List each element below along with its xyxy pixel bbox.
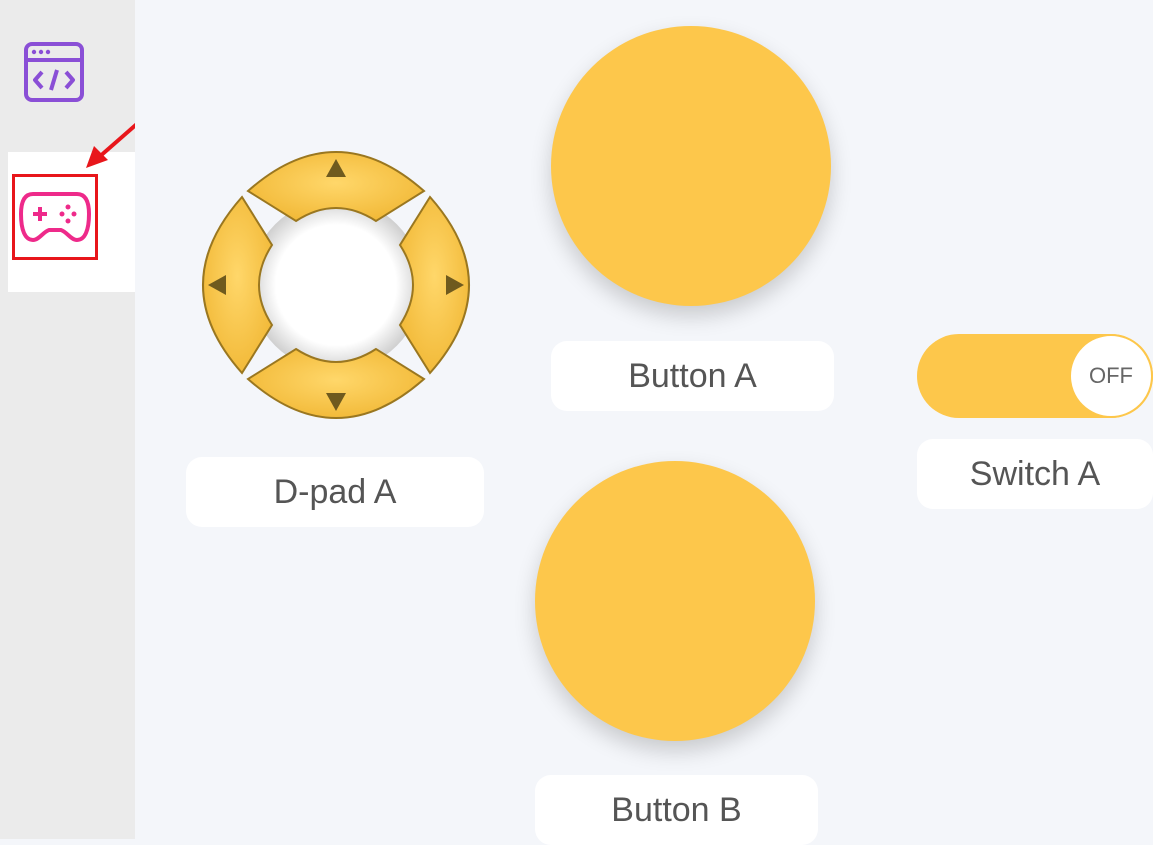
code-window-icon	[24, 42, 84, 102]
sidebar-item-code[interactable]	[8, 30, 135, 110]
switch-a-toggle[interactable]: OFF	[917, 334, 1153, 418]
gamepad-icon	[19, 192, 91, 242]
sidebar-item-gamepad[interactable]	[8, 152, 135, 292]
switch-a-knob: OFF	[1069, 334, 1153, 418]
button-a[interactable]	[551, 26, 831, 306]
switch-a-label: Switch A	[917, 439, 1153, 509]
selection-highlight	[12, 174, 98, 260]
switch-a-state: OFF	[1089, 363, 1133, 388]
button-b[interactable]	[535, 461, 815, 741]
button-a-label: Button A	[551, 341, 834, 411]
dpad-label: D-pad A	[186, 457, 484, 527]
button-b-label: Button B	[535, 775, 818, 845]
dpad-icon[interactable]	[186, 135, 486, 435]
